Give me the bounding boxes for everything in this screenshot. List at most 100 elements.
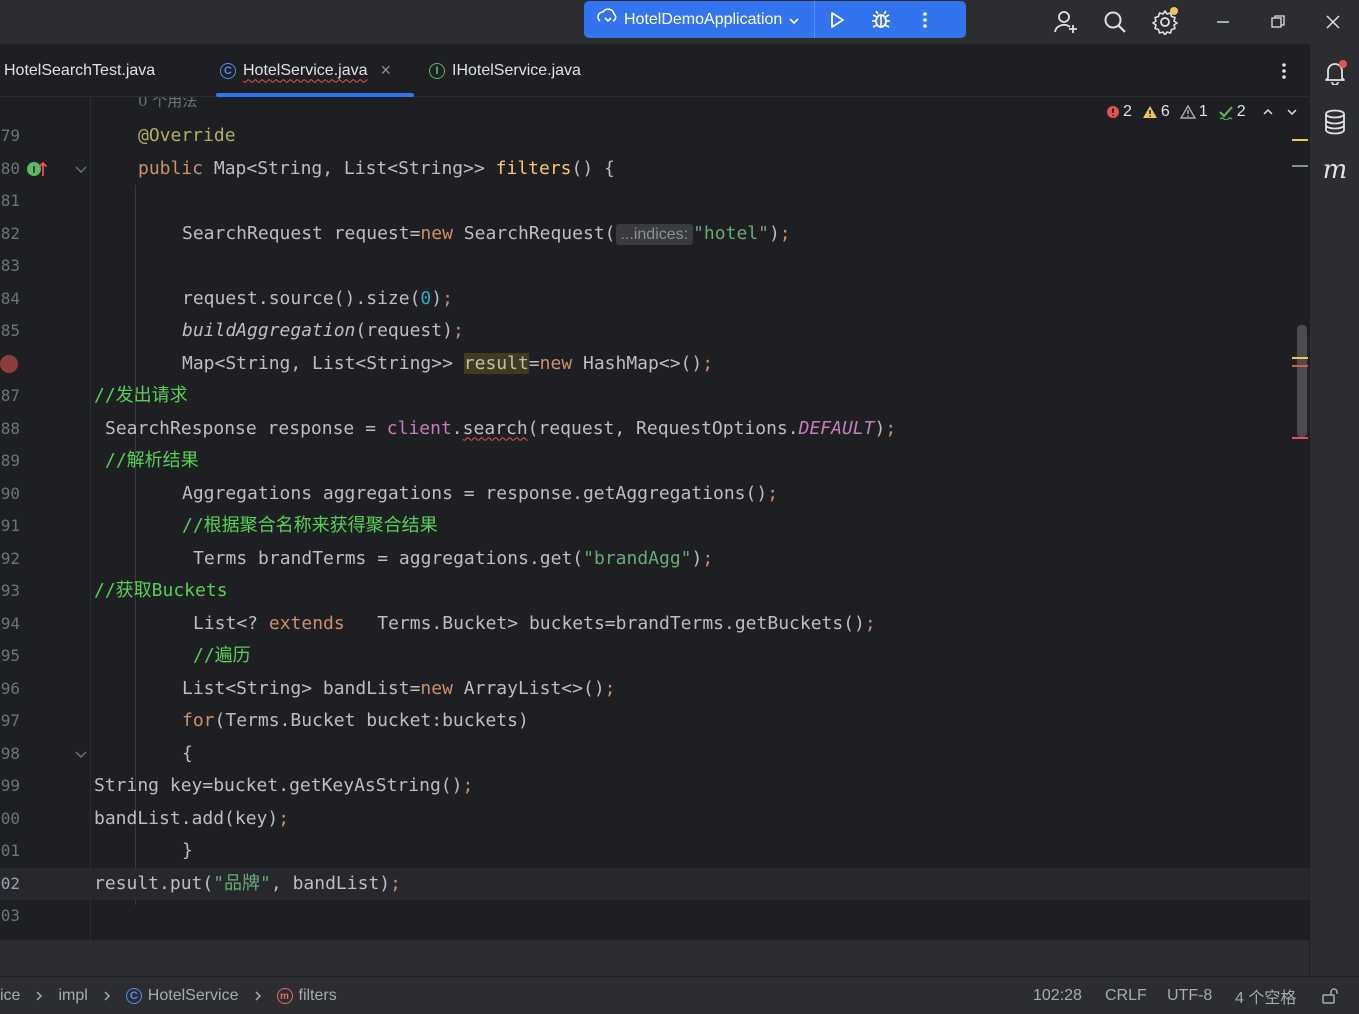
parameter-hint: ...indices: [615, 223, 694, 245]
code-line[interactable]: 93 //获取Buckets [0, 575, 1309, 608]
code-line[interactable]: 92 Terms brandTerms = aggregations.get("… [0, 543, 1309, 576]
warning-stripe-mark[interactable] [1292, 357, 1308, 359]
code-line[interactable]: 03 [0, 900, 1309, 933]
editor-tab-bar: HotelSearchTest.java C HotelService.java… [0, 44, 1309, 97]
code-text: request.source().size(0); [182, 287, 453, 309]
settings-icon[interactable] [1149, 6, 1181, 38]
code-line[interactable]: 94 List<? extends Terms.Bucket> buckets=… [0, 608, 1309, 641]
horizontal-scroll-area[interactable] [0, 940, 1309, 976]
tab-options-button[interactable] [1276, 61, 1292, 86]
indent-setting[interactable]: 4 个空格 [1235, 977, 1296, 1014]
code-text: String key=bucket.getKeyAsString(); [94, 775, 474, 796]
code-text: public Map<String, List<String>> filters… [138, 157, 615, 179]
line-separator[interactable]: CRLF [1105, 977, 1147, 1014]
code-line[interactable]: 88 SearchResponse response = client.sear… [0, 413, 1309, 446]
right-tool-window-bar: m [1309, 44, 1359, 976]
code-editor[interactable]: 0 个用法 2 6 1 2 79 @Override 80 I public M… [0, 97, 1309, 940]
code-line[interactable]: 90 Aggregations aggregations = response.… [0, 478, 1309, 511]
line-number: 99 [0, 776, 20, 795]
code-text: for(Terms.Bucket bucket:buckets) [182, 710, 529, 731]
code-line[interactable]: 98 { [0, 738, 1309, 771]
code-text: } [138, 933, 149, 941]
warning-stripe-mark[interactable] [1292, 139, 1308, 141]
code-line[interactable]: 82 SearchRequest request=new SearchReque… [0, 218, 1309, 251]
line-number: 83 [0, 256, 20, 275]
code-line[interactable]: 84 request.source().size(0); [0, 283, 1309, 316]
more-actions-button[interactable] [903, 1, 947, 38]
debug-button[interactable] [859, 1, 903, 38]
tab-hotel-search-test[interactable]: HotelSearchTest.java [4, 44, 155, 97]
chevron-right-icon [104, 991, 110, 1001]
chevron-down-icon[interactable] [1286, 106, 1298, 118]
tab-ihotel-service[interactable]: I IHotelService.java [429, 44, 581, 97]
code-text: Terms brandTerms = aggregations.get("bra… [193, 547, 714, 569]
run-button[interactable] [815, 1, 859, 38]
code-line[interactable]: 91 //根据聚合名称来获得聚合结果 [0, 510, 1309, 543]
lock-icon[interactable] [1321, 977, 1339, 1014]
code-text: Aggregations aggregations = response.get… [182, 482, 779, 504]
code-line[interactable]: 89 //解析结果 [0, 445, 1309, 478]
code-line[interactable]: 96 List<String> bandList=new ArrayList<>… [0, 673, 1309, 706]
run-config-icon [596, 7, 618, 32]
code-line[interactable]: 87 //发出请求 [0, 380, 1309, 413]
code-line[interactable]: 00 bandList.add(key); [0, 803, 1309, 836]
chevron-up-icon[interactable] [1262, 106, 1274, 118]
code-line[interactable]: 85 buildAggregation(request); [0, 315, 1309, 348]
code-line[interactable]: 81 [0, 185, 1309, 218]
code-line[interactable]: Map<String, List<String>> result=new Has… [0, 348, 1309, 381]
status-bar: ice impl C HotelService m filters 102:28… [0, 976, 1359, 1014]
code-line[interactable]: 80 I public Map<String, List<String>> fi… [0, 153, 1309, 186]
caret-position[interactable]: 102:28 [1033, 977, 1082, 1014]
typo-count[interactable]: 2 [1218, 103, 1246, 121]
code-text: { [182, 742, 193, 764]
implements-marker-icon[interactable]: I [26, 160, 48, 183]
inspection-widget[interactable]: 2 6 1 2 [1106, 103, 1298, 121]
fold-icon[interactable] [74, 748, 88, 766]
add-user-icon[interactable] [1050, 6, 1082, 38]
close-icon[interactable] [1317, 6, 1349, 38]
code-line[interactable]: } [0, 933, 1309, 941]
weak-warning-count[interactable]: 1 [1179, 103, 1208, 121]
maven-icon[interactable]: m [1319, 154, 1351, 186]
run-config-selector[interactable]: HotelDemoApplication [584, 1, 816, 38]
minimize-icon[interactable] [1207, 6, 1239, 38]
code-line[interactable]: 79 @Override [0, 120, 1309, 153]
breakpoint-icon[interactable] [0, 354, 18, 373]
tab-close-icon[interactable]: × [381, 60, 392, 81]
typo-check-icon [1219, 106, 1233, 120]
code-text: buildAggregation(request); [182, 320, 464, 341]
breadcrumb-item[interactable]: HotelService [148, 987, 239, 1005]
error-stripe-mark[interactable] [1292, 365, 1308, 367]
search-icon[interactable] [1099, 6, 1131, 38]
error-stripe-mark[interactable] [1292, 437, 1308, 439]
line-number: 00 [0, 808, 20, 828]
code-text: List<? extends Terms.Bucket> buckets=bra… [193, 612, 876, 634]
code-line[interactable]: 97 for(Terms.Bucket bucket:buckets) [0, 705, 1309, 738]
breadcrumb-item[interactable]: filters [299, 987, 337, 1005]
breadcrumb-item[interactable]: ice [0, 987, 20, 1005]
current-code-line[interactable]: 02 result.put("品牌", bandList); [0, 867, 1309, 900]
tab-hotel-service[interactable]: C HotelService.java × [220, 44, 391, 97]
notifications-icon[interactable] [1319, 56, 1351, 88]
error-count[interactable]: 2 [1106, 103, 1132, 121]
code-text: List<String> bandList=new ArrayList<>(); [182, 677, 616, 699]
line-number: 02 [0, 873, 20, 893]
line-number: 87 [0, 386, 20, 405]
weak-warning-stripe-mark[interactable] [1292, 165, 1308, 167]
breadcrumb-item[interactable]: impl [58, 987, 87, 1005]
warning-count[interactable]: 6 [1142, 103, 1170, 121]
code-line[interactable]: 01 } [0, 835, 1309, 868]
line-number: 84 [0, 288, 20, 308]
code-line[interactable]: 83 [0, 250, 1309, 283]
class-icon: C [125, 988, 142, 1004]
vertical-scrollbar-thumb[interactable] [1297, 325, 1307, 437]
warning-count-value: 6 [1160, 103, 1170, 120]
code-line[interactable]: 99 String key=bucket.getKeyAsString(); [0, 770, 1309, 803]
usage-hint[interactable]: 0 个用法 [138, 97, 197, 113]
file-encoding[interactable]: UTF-8 [1167, 977, 1212, 1014]
fold-icon[interactable] [74, 163, 88, 181]
restore-icon[interactable] [1262, 6, 1294, 38]
line-number: 93 [0, 581, 20, 600]
code-line[interactable]: 95 //遍历 [0, 640, 1309, 673]
database-icon[interactable] [1319, 106, 1351, 138]
